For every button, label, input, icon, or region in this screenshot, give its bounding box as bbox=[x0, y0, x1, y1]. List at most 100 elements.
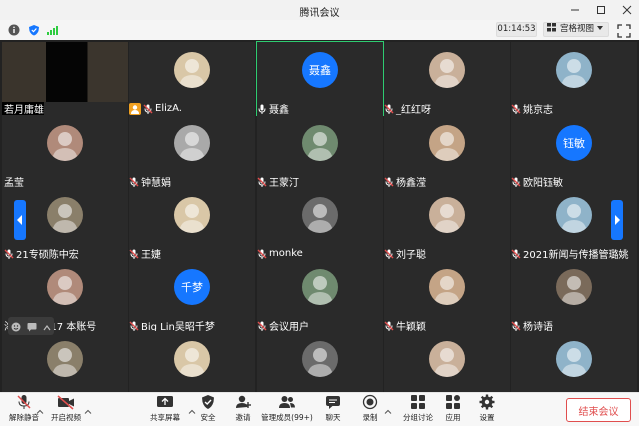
participant-tile[interactable]: 钟慧娟 bbox=[129, 115, 255, 189]
avatar bbox=[556, 269, 592, 305]
avatar bbox=[302, 197, 338, 233]
avatar bbox=[302, 269, 338, 305]
maximize-icon[interactable] bbox=[593, 2, 609, 18]
breakout-rooms-label: 分组讨论 bbox=[403, 413, 433, 422]
muted-microphone-icon bbox=[143, 104, 153, 114]
muted-microphone-icon bbox=[511, 177, 521, 187]
security-label: 安全 bbox=[200, 413, 216, 422]
participant-tile[interactable]: 聂鑫 聂鑫 bbox=[256, 41, 384, 116]
settings-button[interactable]: 设置 bbox=[467, 394, 507, 424]
participant-name: 姚京志 bbox=[523, 105, 553, 116]
avatar bbox=[302, 341, 338, 377]
avatar bbox=[47, 269, 83, 305]
record-icon bbox=[361, 394, 379, 410]
chat-icon bbox=[324, 394, 342, 410]
shield-icon[interactable] bbox=[26, 22, 42, 38]
emoji-icon[interactable] bbox=[11, 317, 21, 336]
end-meeting-button[interactable]: 结束会议 bbox=[566, 398, 631, 422]
next-page-arrow[interactable] bbox=[611, 200, 623, 240]
muted-microphone-icon bbox=[384, 321, 394, 331]
share-screen-label: 共享屏幕 bbox=[150, 413, 180, 422]
muted-microphone-icon bbox=[511, 321, 521, 331]
participant-tile[interactable]: 若月庸雄 bbox=[2, 42, 128, 116]
signal-strength-icon[interactable] bbox=[44, 22, 60, 38]
participant-name-bar: ElizA. bbox=[129, 102, 182, 115]
avatar bbox=[556, 341, 592, 377]
avatar-initials: 千梦 bbox=[174, 269, 210, 305]
avatar bbox=[429, 341, 465, 377]
muted-microphone-icon bbox=[384, 249, 394, 259]
participant-tile[interactable]: monke bbox=[257, 187, 383, 260]
participant-name-bar: 若月庸雄 bbox=[2, 102, 44, 116]
invite-button[interactable]: 邀请 bbox=[223, 394, 263, 424]
participant-tile[interactable]: 杨诗语 bbox=[511, 259, 637, 333]
manage-participants-button[interactable]: 管理成员(99+) bbox=[261, 394, 313, 424]
participant-tile[interactable]: 千梦 Big Lin吴昭千梦 bbox=[129, 259, 255, 333]
avatar bbox=[174, 197, 210, 233]
minimize-icon[interactable] bbox=[567, 2, 583, 18]
apps-label: 应用 bbox=[445, 413, 461, 422]
chat-button[interactable]: 聊天 bbox=[313, 394, 353, 424]
avatar-initials: 钰敏 bbox=[556, 125, 592, 161]
muted-microphone-icon bbox=[4, 249, 14, 259]
info-icon[interactable] bbox=[6, 22, 22, 38]
collapse-icon[interactable] bbox=[43, 317, 51, 336]
participant-tile[interactable]: 牛颖颖 bbox=[384, 259, 510, 333]
participant-tile[interactable]: _红红呀 bbox=[384, 42, 510, 116]
video-options-chevron-icon[interactable] bbox=[84, 401, 92, 414]
muted-microphone-icon bbox=[129, 177, 139, 187]
apps-icon bbox=[444, 394, 462, 410]
unmute-label: 解除静音 bbox=[9, 413, 39, 422]
close-icon[interactable] bbox=[619, 2, 635, 18]
share-screen-icon bbox=[156, 394, 174, 410]
avatar bbox=[429, 197, 465, 233]
muted-microphone-icon bbox=[257, 177, 267, 187]
previous-page-arrow[interactable] bbox=[14, 200, 26, 240]
participant-name: 聂鑫 bbox=[269, 105, 289, 116]
settings-label: 设置 bbox=[479, 413, 495, 422]
meeting-timer: 01:14:53 bbox=[496, 22, 537, 37]
participant-tile[interactable]: 王蒙汀 bbox=[257, 115, 383, 189]
muted-microphone-icon bbox=[384, 177, 394, 187]
comment-icon[interactable] bbox=[27, 317, 37, 336]
security-button[interactable]: 安全 bbox=[188, 394, 228, 424]
participant-tile[interactable]: 姚京志 bbox=[511, 42, 637, 116]
fullscreen-icon[interactable] bbox=[617, 23, 631, 38]
shield-icon bbox=[199, 394, 217, 410]
participant-tile[interactable]: 王婕 bbox=[129, 187, 255, 261]
avatar bbox=[556, 197, 592, 233]
muted-microphone-icon bbox=[15, 394, 33, 410]
participants-icon bbox=[278, 394, 296, 410]
grid-view-icon bbox=[547, 22, 557, 37]
muted-microphone-icon bbox=[129, 321, 139, 331]
view-mode-select[interactable]: 宫格视图 bbox=[543, 22, 609, 37]
avatar bbox=[429, 125, 465, 161]
participant-name: 若月庸雄 bbox=[4, 105, 44, 116]
participant-name: _红红呀 bbox=[396, 105, 431, 116]
invite-user-icon bbox=[234, 394, 252, 410]
muted-microphone-icon bbox=[384, 104, 394, 114]
avatar bbox=[47, 125, 83, 161]
participant-name-bar: 聂鑫 bbox=[257, 102, 289, 116]
title-bar: 腾讯会议 bbox=[0, 0, 639, 20]
participant-tile[interactable]: 刘子聪 bbox=[384, 187, 510, 261]
participant-tile[interactable]: ElizA. bbox=[129, 42, 255, 115]
host-badge-icon bbox=[129, 102, 141, 115]
avatar bbox=[174, 52, 210, 88]
participant-tile[interactable]: 杨鑫滢 bbox=[384, 115, 510, 189]
chat-label: 聊天 bbox=[325, 413, 341, 422]
audio-options-chevron-icon[interactable] bbox=[36, 401, 44, 414]
participant-tile[interactable]: 孟莹 bbox=[2, 115, 128, 189]
muted-microphone-icon bbox=[511, 104, 521, 114]
participant-grid: 若月庸雄 ElizA. 聂鑫 聂鑫 _红红呀 姚京志 孟莹 钟慧娟 王蒙汀 杨鑫滢 钰敏 欧阳钰敏 21… bbox=[0, 40, 639, 404]
participant-tile[interactable]: 钰敏 欧阳钰敏 bbox=[511, 115, 637, 189]
avatar bbox=[556, 52, 592, 88]
share-screen-button[interactable]: 共享屏幕 bbox=[145, 394, 185, 424]
participant-name: ElizA. bbox=[155, 103, 182, 114]
participant-tile[interactable]: 会议用户 bbox=[257, 259, 383, 333]
start-video-button[interactable]: 开启视频 bbox=[46, 394, 86, 424]
camera-feed bbox=[2, 42, 128, 102]
tencent-meeting-window: 腾讯会议 01:14:53 宫格视图 若月庸雄 ElizA. 聂鑫 聂鑫 _红红… bbox=[0, 0, 639, 426]
record-options-chevron-icon[interactable] bbox=[384, 401, 392, 414]
manage-participants-label: 管理成员(99+) bbox=[261, 413, 313, 422]
